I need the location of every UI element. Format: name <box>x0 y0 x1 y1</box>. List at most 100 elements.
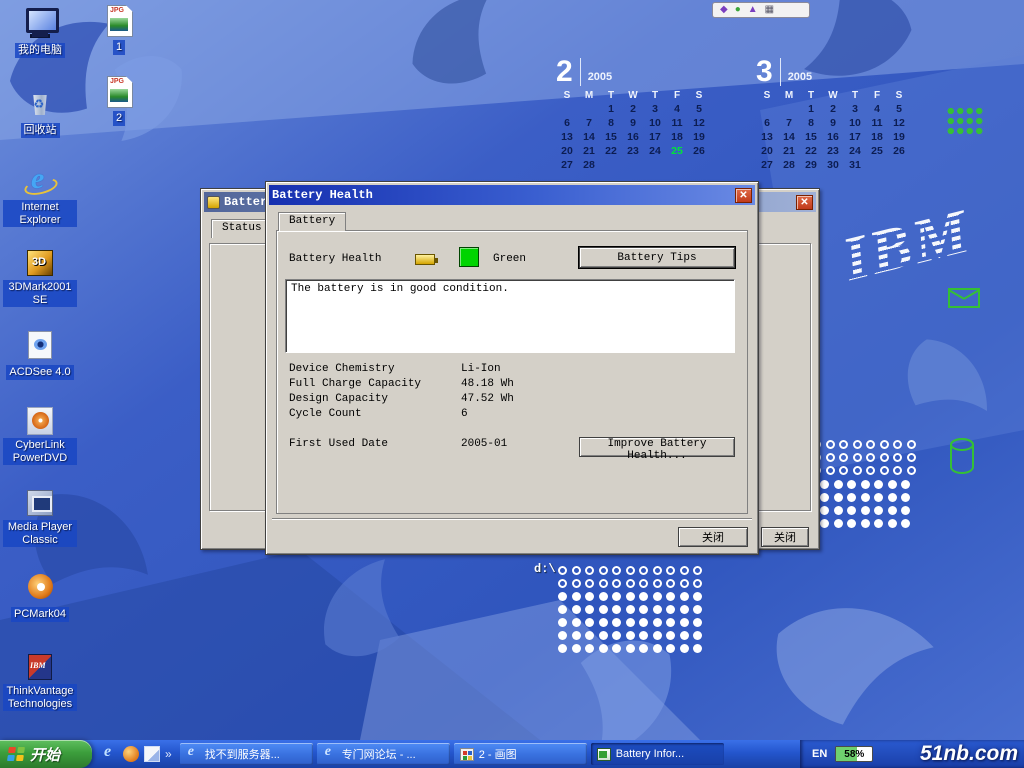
calendar-month-number: 3 <box>756 58 781 86</box>
close-button[interactable]: 关闭 <box>678 527 748 547</box>
desktop-icon-label: CyberLink PowerDVD <box>3 438 77 465</box>
tab-status[interactable]: Status <box>211 219 273 238</box>
desktop-icon-jpg-1[interactable]: JPG 1 <box>98 5 140 55</box>
field-label: Full Charge Capacity <box>289 378 461 393</box>
jpg-file-icon: JPG <box>102 5 136 35</box>
taskbar-task[interactable]: Battery Infor... <box>591 743 724 765</box>
tab-battery[interactable]: Battery <box>278 212 346 231</box>
chevron-right-icon[interactable]: » <box>165 747 172 761</box>
first-used-label: First Used Date <box>289 438 461 453</box>
field-value: Li-Ion <box>461 363 501 378</box>
calendar-month-number: 2 <box>556 58 581 86</box>
envelope-icon <box>948 288 980 308</box>
condition-textbox[interactable]: The battery is in good condition. <box>285 279 735 353</box>
acdsee-icon <box>23 330 57 360</box>
desktop-icon-label: ACDSee 4.0 <box>6 365 73 380</box>
field-label: Design Capacity <box>289 393 461 408</box>
desktop-icon-thinkvantage[interactable]: ThinkVantage Technologies <box>2 652 78 712</box>
language-indicator[interactable]: EN <box>812 748 827 760</box>
health-status-swatch <box>459 247 479 267</box>
desktop-icon-label: Media Player Classic <box>3 520 77 547</box>
desktop-icon-label: PCMark04 <box>11 607 69 622</box>
dialog-fields: Device ChemistryLi-IonFull Charge Capaci… <box>289 363 735 423</box>
first-used-row: First Used Date 2005-01 <box>289 438 567 453</box>
recycle-icon <box>23 88 57 118</box>
desktop-icon-computer[interactable]: 我的电脑 <box>2 8 78 58</box>
jpg-file-icon: JPG <box>102 76 136 106</box>
desktop-icon-acdsee[interactable]: ACDSee 4.0 <box>2 330 78 380</box>
desktop-icon-recycle[interactable]: 回收站 <box>2 88 78 138</box>
improve-battery-health-button[interactable]: Improve Battery Health... <box>579 437 735 457</box>
3dmark-icon <box>23 248 57 278</box>
desktop-icon-label: 1 <box>113 40 125 55</box>
desktop-icons: 我的电脑回收站 Internet Explorer 3DMark2001 SE ACD… <box>0 0 90 740</box>
dot-icon[interactable]: ● <box>735 3 741 17</box>
battery-tab-panel: Battery Health Green Battery Tips The ba… <box>276 230 748 514</box>
mpc-icon <box>23 488 57 518</box>
dialog-field-row: Design Capacity47.52 Wh <box>289 393 735 408</box>
start-button[interactable]: 开始 <box>0 740 92 768</box>
close-button-bg[interactable]: 关闭 <box>761 527 809 547</box>
battery-health-dialog: Battery Health ✕ Battery Battery Health … <box>265 181 759 555</box>
task-label: 找不到服务器... <box>205 746 280 762</box>
battery-icon <box>415 254 435 265</box>
first-used-value: 2005-01 <box>461 438 507 453</box>
triangle-icon[interactable]: ▲ <box>748 3 758 17</box>
ie-icon[interactable] <box>102 746 118 762</box>
desktop-icon-ie[interactable]: Internet Explorer <box>2 168 78 228</box>
ie-icon <box>323 748 337 761</box>
taskbar-task[interactable]: 专门网论坛 - ... <box>317 743 450 765</box>
show-desktop-icon[interactable] <box>144 746 160 762</box>
desktop-icon-label: 2 <box>113 111 125 126</box>
paint-icon <box>460 748 474 761</box>
dot-grid-right-hollow <box>810 438 918 477</box>
grid-icon[interactable]: ▦ <box>765 3 774 17</box>
health-value: Green <box>493 253 526 265</box>
taskbar: 开始 » 找不到服务器... 专门网论坛 - ... 2 - 画图 Battery I… <box>0 740 1024 768</box>
ie-icon <box>23 168 57 198</box>
health-label: Battery Health <box>289 253 381 265</box>
quick-launch: » <box>92 740 180 768</box>
task-buttons: 找不到服务器... 专门网论坛 - ... 2 - 画图 Battery Infor.… <box>180 740 724 768</box>
desktop-icon-label: Internet Explorer <box>3 200 77 227</box>
field-label: Device Chemistry <box>289 363 461 378</box>
desktop-icon-label: 回收站 <box>21 123 60 138</box>
dot-grid-right-filled <box>818 478 913 530</box>
desktop-icon-jpg-2[interactable]: JPG 2 <box>98 76 140 126</box>
desktop-icon-powerdvd[interactable]: CyberLink PowerDVD <box>2 406 78 466</box>
diamond-icon[interactable]: ◆ <box>720 3 728 17</box>
dialog-titlebar[interactable]: Battery Health ✕ <box>269 185 755 205</box>
task-label: 2 - 画图 <box>479 746 517 762</box>
battery-meter-text: 58% <box>836 747 872 761</box>
desktop: IBM ◆●▲▦ d:\ 22005SMTWTFS123456789101112… <box>0 0 1024 768</box>
dot-grid-bottom <box>556 564 705 655</box>
pcmark-icon <box>23 572 57 602</box>
battery-cylinder-icon <box>950 438 974 474</box>
calendar-year: 2005 <box>788 71 812 86</box>
start-label: 开始 <box>30 744 60 765</box>
battery-tips-button[interactable]: Battery Tips <box>579 247 735 268</box>
desktop-icon-mpc[interactable]: Media Player Classic <box>2 488 78 548</box>
calendar-year: 2005 <box>588 71 612 86</box>
close-icon[interactable]: ✕ <box>735 188 752 203</box>
taskbar-task[interactable]: 找不到服务器... <box>180 743 313 765</box>
windows-logo-icon <box>7 747 25 761</box>
media-player-icon[interactable] <box>123 746 139 762</box>
calendar-month-3: 32005SMTWTFS1234567891011121314151617181… <box>756 56 918 172</box>
task-label: 专门网论坛 - ... <box>342 746 416 762</box>
desktop-icon-3dmark[interactable]: 3DMark2001 SE <box>2 248 78 308</box>
close-icon[interactable]: ✕ <box>796 195 813 210</box>
drive-label: d:\ <box>534 562 556 576</box>
taskbar-task[interactable]: 2 - 画图 <box>454 743 587 765</box>
thinkvantage-icon <box>23 652 57 682</box>
field-value: 6 <box>461 408 468 423</box>
desktop-icon-pcmark[interactable]: PCMark04 <box>2 572 78 622</box>
jpg-badge: JPG <box>110 78 124 85</box>
launcher-bar[interactable]: ◆ ● ▲ ▦ <box>712 2 810 18</box>
powerdvd-icon <box>23 406 57 436</box>
battery-icon <box>597 748 611 761</box>
dialog-title: Battery Health <box>272 188 731 202</box>
dialog-separator <box>272 518 752 520</box>
battery-meter[interactable]: 58% <box>835 746 873 762</box>
desktop-icon-label: 我的电脑 <box>15 43 65 58</box>
